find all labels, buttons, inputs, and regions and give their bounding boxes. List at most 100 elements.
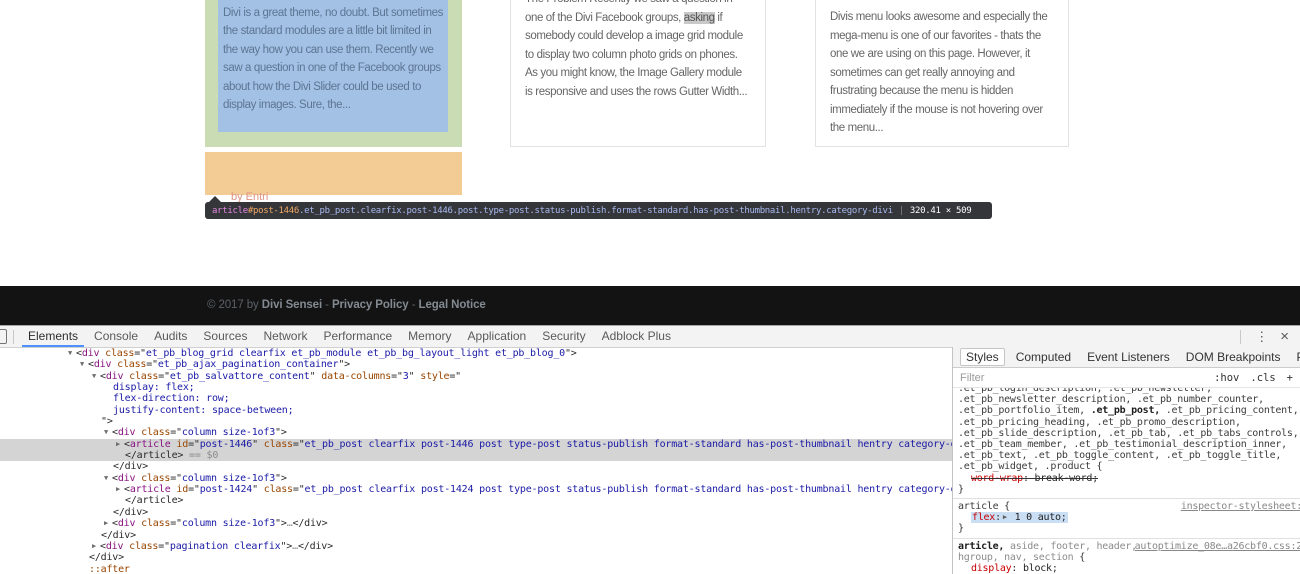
dom-tree-line[interactable]: ::after — [0, 564, 952, 574]
css-rule-line[interactable]: .et_pb_slide_description, .et_pb_tab, .e… — [958, 428, 1295, 439]
tab-elements[interactable]: Elements — [20, 326, 86, 347]
site-footer: © 2017 by Divi Sensei - Privacy Policy -… — [0, 286, 1300, 325]
close-devtools-icon[interactable]: × — [1276, 328, 1293, 345]
tooltip-dimensions: 320.41 × 509 — [910, 206, 971, 216]
dom-tree-line[interactable]: justify-content: space-between; — [0, 405, 952, 416]
stylesheet-source-link[interactable]: inspector-stylesheet: — [1181, 501, 1300, 512]
toggle-class-button[interactable]: .cls — [1250, 372, 1275, 384]
sidebar-tab-list: Styles Computed Event Listeners DOM Breakpo… — [953, 347, 1300, 368]
privacy-policy-link[interactable]: Privacy Policy — [332, 299, 409, 311]
dom-tree-line[interactable]: </div> — [0, 461, 952, 472]
tooltip-classes: .et_pb_post.clearfix.post-1446.post.type… — [299, 206, 893, 216]
footer-copyright: © 2017 by — [207, 299, 262, 311]
styles-filter-row: Filter :hov .cls + — [953, 368, 1300, 388]
css-rule: autoptimize_08e…a26cbf0.css:2article, as… — [953, 538, 1300, 574]
tab-adblock-plus[interactable]: Adblock Plus — [594, 326, 679, 347]
css-rule-line[interactable]: flex:▶ 1 0 auto; — [958, 512, 1295, 523]
footer-separator: - — [409, 299, 419, 311]
css-rule-line[interactable]: word-wrap: break-word; — [958, 473, 1295, 484]
more-options-icon[interactable]: ⋮ — [1247, 329, 1276, 345]
css-rule: .et_pb_login_description, .et_pb_newslet… — [953, 388, 1300, 498]
excerpt-text: if somebody could develop a image grid m… — [525, 12, 747, 98]
sidebar-tab-properties[interactable]: Properties — [1291, 349, 1300, 365]
css-rule-line[interactable]: } — [958, 484, 1295, 495]
css-rule-line[interactable]: .et_pb_pricing_heading, .et_pb_promo_des… — [958, 417, 1295, 428]
tooltip-separator: | — [899, 206, 904, 216]
dom-tree-line[interactable]: display: flex; — [0, 382, 952, 393]
sidebar-tab-styles[interactable]: Styles — [960, 348, 1005, 366]
tab-memory[interactable]: Memory — [400, 326, 459, 347]
css-rule-line[interactable]: .et_pb_newsletter_description, .et_pb_nu… — [958, 394, 1295, 405]
separator — [13, 330, 14, 344]
device-toolbar-icon[interactable] — [0, 329, 7, 344]
expand-arrow-icon: ▶ — [100, 518, 112, 529]
inspect-overlay-content: Divi is a great theme, no doubt. But som… — [218, 0, 448, 132]
devtools-body: ▼<div class="et_pb_blog_grid clearfix et… — [0, 347, 1300, 574]
separator — [1240, 330, 1241, 344]
devtools-tabbar: ElementsConsoleAuditsSourcesNetworkPerfo… — [0, 326, 1300, 348]
post-excerpt-1: Divi is a great theme, no doubt. But som… — [218, 0, 448, 114]
css-rule-line[interactable]: display: block; — [958, 563, 1295, 574]
dom-tree-line[interactable]: ▼<div class="column size-1of3"> — [0, 427, 952, 438]
css-rule-line[interactable]: autoptimize_08e…a26cbf0.css:2article, as… — [958, 541, 1295, 552]
css-rule-line[interactable]: .et_pb_text, .et_pb_toggle_content, .et_… — [958, 450, 1295, 461]
tab-audits[interactable]: Audits — [146, 326, 195, 347]
legal-notice-link[interactable]: Legal Notice — [419, 299, 486, 311]
css-rule-line[interactable]: } — [958, 523, 1295, 534]
dom-tree-line[interactable]: ▼<div class="et_pb_ajax_pagination_conta… — [0, 359, 952, 370]
tooltip-element-id: #post-1446 — [248, 206, 299, 216]
tab-console[interactable]: Console — [86, 326, 146, 347]
css-rule-line[interactable]: .et_pb_widget, .product { — [958, 461, 1295, 472]
css-rule-line[interactable]: hgroup, nav, section { — [958, 552, 1295, 563]
expand-arrow-icon: ▼ — [76, 359, 88, 370]
dom-tree-line[interactable]: </article> == $0 — [0, 450, 952, 461]
css-rule-line[interactable]: .et_pb_team_member, .et_pb_testimonial_d… — [958, 439, 1295, 450]
elements-tree: ▼<div class="et_pb_blog_grid clearfix et… — [0, 347, 952, 574]
dom-tree-line[interactable]: flex-direction: row; — [0, 393, 952, 404]
tab-sources[interactable]: Sources — [195, 326, 255, 347]
devtools-panel: ElementsConsoleAuditsSourcesNetworkPerfo… — [0, 325, 1300, 574]
css-rule-line[interactable]: .et_pb_portfolio_item, .et_pb_post, .et_… — [958, 405, 1295, 416]
dom-tree-line[interactable]: ▼<div class="et_pb_salvattore_content" d… — [0, 371, 952, 382]
sidebar-tab-dom-breakpoints[interactable]: DOM Breakpoints — [1181, 349, 1286, 365]
tab-performance[interactable]: Performance — [315, 326, 400, 347]
dom-tree-line[interactable]: </div> — [0, 530, 952, 541]
styles-toolbar-buttons: :hov .cls + — [1214, 372, 1293, 384]
inspect-overlay-margin — [205, 152, 462, 195]
dom-tree-line[interactable]: ▶<article id="post-1446" class="et_pb_po… — [0, 439, 952, 450]
styles-filter-input[interactable]: Filter — [960, 372, 984, 384]
blog-card-2: The Problem Recently we saw a question i… — [510, 0, 766, 147]
sidebar-tab-computed[interactable]: Computed — [1011, 349, 1076, 365]
css-rule-line[interactable]: inspector-stylesheet:article { — [958, 501, 1295, 512]
dom-tree-line[interactable]: ▼<div class="column size-1of3"> — [0, 473, 952, 484]
dom-tree-line[interactable]: ▶<div class="column size-1of3">…</div> — [0, 518, 952, 529]
expand-shorthand-icon: ▶ — [1003, 513, 1007, 521]
inspect-tooltip: article#post-1446.et_pb_post.clearfix.po… — [205, 202, 992, 219]
tab-security[interactable]: Security — [534, 326, 593, 347]
stylesheet-source-link[interactable]: autoptimize_08e…a26cbf0.css:2 — [1135, 541, 1300, 552]
css-rule: inspector-stylesheet:article {flex:▶ 1 0… — [953, 498, 1300, 538]
sidebar-tab-event-listeners[interactable]: Event Listeners — [1082, 349, 1175, 365]
search-match-highlight: asking — [684, 12, 715, 24]
dom-tree-line[interactable]: "> — [0, 416, 952, 427]
dom-tree-line[interactable]: </article> — [0, 495, 952, 506]
dom-tree-line[interactable]: ▼<div class="et_pb_blog_grid clearfix et… — [0, 348, 952, 359]
tooltip-tag-name: article — [212, 206, 248, 216]
styles-sidebar: Styles Computed Event Listeners DOM Breakpo… — [952, 347, 1300, 574]
expand-arrow-icon: ▶ — [112, 484, 124, 495]
dom-tree-line[interactable]: ▶<div class="pagination clearfix">…</div… — [0, 541, 952, 552]
browser-viewport: Divi is a great theme, no doubt. But som… — [0, 0, 1300, 325]
new-style-rule-button[interactable]: + — [1287, 372, 1293, 384]
tab-application[interactable]: Application — [460, 326, 535, 347]
expand-arrow-icon: ▼ — [100, 473, 112, 484]
expand-arrow-icon: ▼ — [88, 371, 100, 382]
footer-separator: - — [322, 299, 332, 311]
tab-network[interactable]: Network — [255, 326, 315, 347]
expand-arrow-icon: ▼ — [100, 427, 112, 438]
toggle-hover-state-button[interactable]: :hov — [1214, 372, 1239, 384]
dom-tree-line[interactable]: </div> — [0, 507, 952, 518]
dom-tree-line[interactable]: ▶<article id="post-1424" class="et_pb_po… — [0, 484, 952, 495]
expand-arrow-icon: ▶ — [112, 439, 124, 450]
dom-tree-line[interactable]: </div> — [0, 552, 952, 563]
expand-arrow-icon: ▶ — [88, 541, 100, 552]
